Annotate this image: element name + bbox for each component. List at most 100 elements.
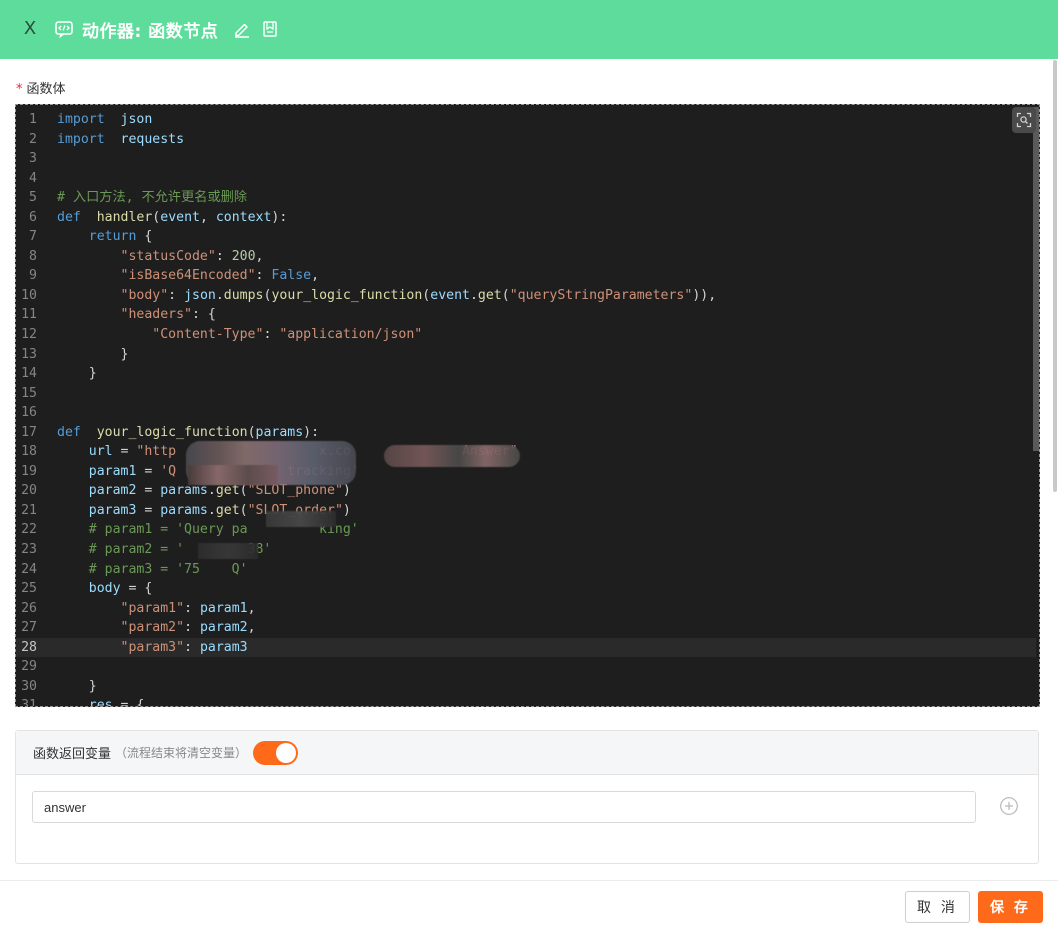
- code-line[interactable]: 17 def your_logic_function(params):: [16, 423, 1036, 443]
- code-token: "Content-Type": [152, 327, 264, 343]
- code-line[interactable]: 5 # 入口方法, 不允许更名或删除: [16, 188, 1036, 208]
- code-line[interactable]: 18 url = "http x.co Answer": [16, 442, 1036, 462]
- code-line[interactable]: 4: [16, 169, 1036, 189]
- code-line[interactable]: 28 "param3": param3: [16, 637, 1036, 658]
- code-token: )),: [692, 287, 717, 303]
- code-token: res: [88, 698, 113, 707]
- code-line[interactable]: 31 res = {: [16, 696, 1036, 707]
- code-token: =: [136, 502, 161, 518]
- code-token: .: [207, 483, 216, 499]
- code-token: def: [57, 424, 81, 440]
- line-number: 4: [29, 170, 37, 186]
- code-line[interactable]: 14 }: [16, 364, 1036, 384]
- code-line[interactable]: 7 return {: [16, 227, 1036, 247]
- code-line[interactable]: 26 "param1": param1,: [16, 599, 1036, 619]
- code-token: (: [247, 424, 256, 440]
- code-line[interactable]: 23 # param2 = ' 38': [16, 540, 1036, 560]
- code-line[interactable]: 6 def handler(event, context):: [16, 208, 1036, 228]
- code-line[interactable]: 24 # param3 = '75 Q': [16, 560, 1036, 580]
- line-number: 31: [21, 698, 37, 707]
- code-line[interactable]: 19 param1 = 'Q el tracking': [16, 462, 1036, 482]
- line-content: def handler(event, context):: [57, 208, 287, 228]
- code-token: "param2": [120, 620, 185, 636]
- save-button[interactable]: 保 存: [978, 891, 1043, 923]
- code-token: param1: [199, 600, 248, 616]
- code-line[interactable]: 2 import requests: [16, 130, 1036, 150]
- code-token: "SLOT_phone": [247, 483, 343, 499]
- cancel-button[interactable]: 取 消: [905, 891, 970, 923]
- code-line[interactable]: 22 # param1 = 'Query pa king': [16, 520, 1036, 540]
- return-variable-input[interactable]: [32, 791, 976, 823]
- required-mark: *: [16, 82, 23, 97]
- code-token: {: [136, 229, 153, 245]
- code-line[interactable]: 1 import json: [16, 110, 1036, 130]
- code-line[interactable]: 10 "body": json.dumps(your_logic_functio…: [16, 286, 1036, 306]
- close-button[interactable]: X: [20, 18, 40, 40]
- editor-scrollbar[interactable]: [1033, 107, 1039, 451]
- code-line[interactable]: 29: [16, 657, 1036, 677]
- page-scrollbar[interactable]: [1053, 60, 1057, 492]
- code-editor[interactable]: 1 import json 2 import requests 3 4 5 # 入口方法, 不…: [15, 104, 1040, 707]
- code-token: event: [160, 209, 200, 225]
- code-line[interactable]: 30 }: [16, 677, 1036, 697]
- pencil-icon[interactable]: [233, 20, 251, 38]
- code-token: body: [88, 581, 121, 597]
- code-token: =: [136, 483, 161, 499]
- return-variable-toggle[interactable]: [253, 740, 299, 765]
- code-line[interactable]: 25 body = {: [16, 579, 1036, 599]
- line-content: }: [57, 345, 129, 365]
- code-token: =: [136, 463, 161, 479]
- code-function-icon: [55, 21, 73, 39]
- code-line[interactable]: 16: [16, 403, 1036, 423]
- line-content: "Content-Type": "application/json": [57, 325, 422, 345]
- code-line[interactable]: 3: [16, 149, 1036, 169]
- code-token: 200: [231, 248, 256, 264]
- code-lines[interactable]: 1 import json 2 import requests 3 4 5 # 入口方法, 不…: [16, 110, 1036, 707]
- code-line[interactable]: 8 "statusCode": 200,: [16, 247, 1036, 267]
- line-content: }: [57, 364, 97, 384]
- line-number: 26: [21, 600, 37, 616]
- code-token: import: [57, 131, 105, 147]
- code-token: json: [120, 112, 153, 127]
- line-content: res = {: [57, 696, 145, 707]
- line-number: 20: [21, 483, 37, 499]
- line-number: 5: [29, 190, 37, 206]
- code-line[interactable]: 9 "isBase64Encoded": False,: [16, 266, 1036, 286]
- bookmark-doc-icon[interactable]: [261, 20, 279, 38]
- plus-circle-icon[interactable]: [999, 796, 1019, 816]
- line-content: "body": json.dumps(your_logic_function(e…: [57, 286, 717, 306]
- code-token: :: [215, 248, 232, 264]
- line-number: 1: [29, 112, 37, 127]
- code-line[interactable]: 13 }: [16, 345, 1036, 365]
- line-number: 18: [21, 444, 37, 460]
- line-number: 8: [29, 248, 37, 264]
- line-number: 23: [21, 542, 37, 558]
- toggle-knob: [276, 742, 297, 763]
- code-line[interactable]: 15: [16, 384, 1036, 404]
- code-token: : {: [192, 307, 216, 323]
- fullscreen-button[interactable]: [1012, 107, 1036, 133]
- line-number: 2: [29, 131, 37, 147]
- code-line[interactable]: 27 "param2": param2,: [16, 618, 1036, 638]
- code-token: (: [501, 287, 510, 303]
- line-number: 30: [21, 678, 37, 694]
- code-token: }: [57, 346, 129, 362]
- code-token: "queryStringParameters": [509, 287, 693, 303]
- code-line[interactable]: 12 "Content-Type": "application/json": [16, 325, 1036, 345]
- code-line[interactable]: 21 param3 = params.get("SLOT_order"): [16, 501, 1036, 521]
- code-line[interactable]: 20 param2 = params.get("SLOT_phone"): [16, 481, 1036, 501]
- code-line[interactable]: 11 "headers": {: [16, 305, 1036, 325]
- line-number: 3: [29, 151, 37, 167]
- line-content: import json: [57, 110, 152, 130]
- function-body-label: * 函数体: [16, 78, 66, 97]
